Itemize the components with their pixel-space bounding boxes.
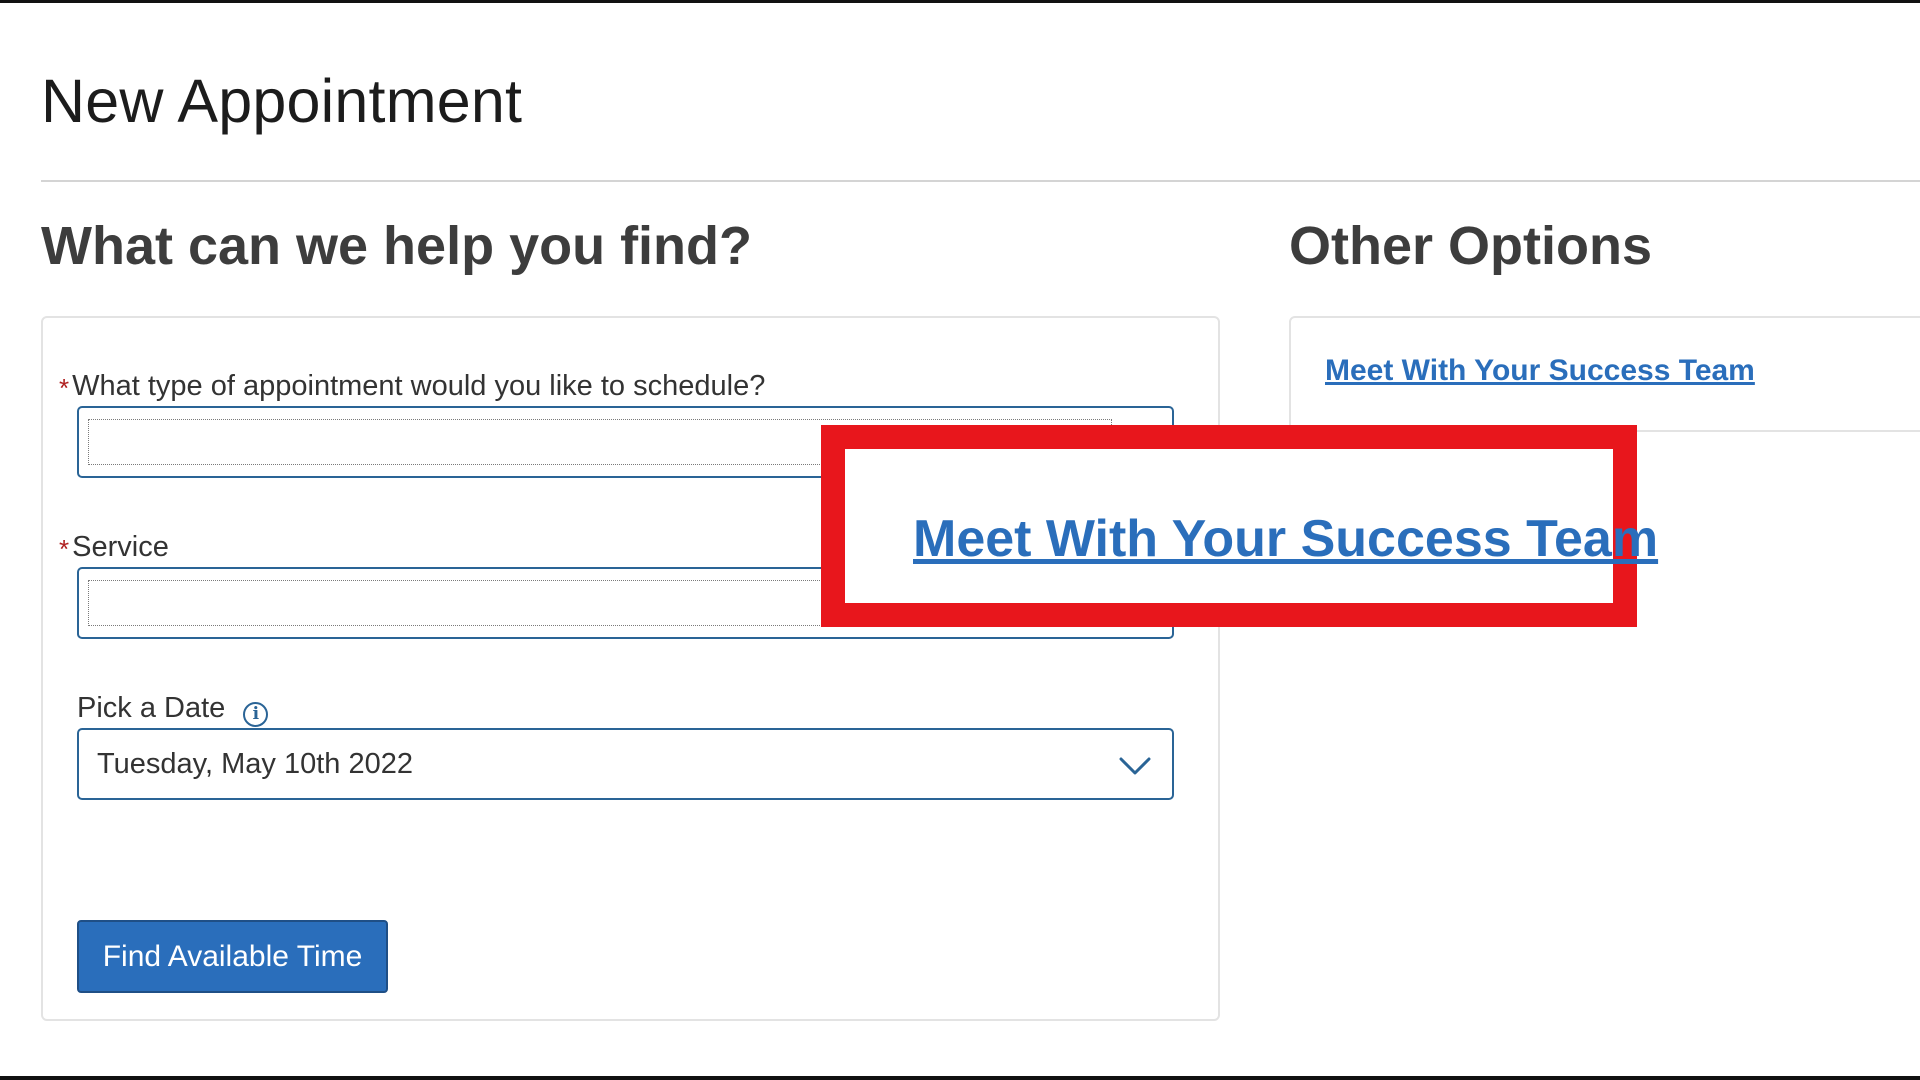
required-marker: * (59, 373, 70, 403)
info-icon[interactable]: i (243, 702, 269, 727)
service-label-wrap: * Service (59, 531, 169, 564)
bottom-border (0, 1076, 1920, 1080)
page-title: New Appointment (41, 67, 523, 135)
top-border (0, 0, 1920, 3)
find-available-time-button[interactable]: Find Available Time (77, 920, 388, 993)
header-divider (41, 180, 1920, 182)
date-value: Tuesday, May 10th 2022 (97, 748, 413, 780)
form-section-heading: What can we help you find? (41, 216, 753, 276)
meet-success-team-link[interactable]: Meet With Your Success Team (1325, 354, 1755, 388)
date-picker[interactable]: Tuesday, May 10th 2022 (77, 728, 1174, 800)
appointment-type-label: What type of appointment would you like … (72, 370, 766, 402)
chevron-down-icon[interactable] (1118, 748, 1152, 782)
required-marker: * (59, 534, 70, 564)
options-section-heading: Other Options (1289, 216, 1652, 276)
date-label: Pick a Date (77, 692, 226, 724)
highlight-callout: Meet With Your Success Team (821, 425, 1658, 627)
service-label: Service (72, 531, 169, 563)
callout-meet-success-team-link[interactable]: Meet With Your Success Team (913, 509, 1658, 569)
date-label-wrap: Pick a Date i (77, 692, 269, 727)
appointment-type-label-wrap: * What type of appointment would you like… (59, 370, 765, 403)
